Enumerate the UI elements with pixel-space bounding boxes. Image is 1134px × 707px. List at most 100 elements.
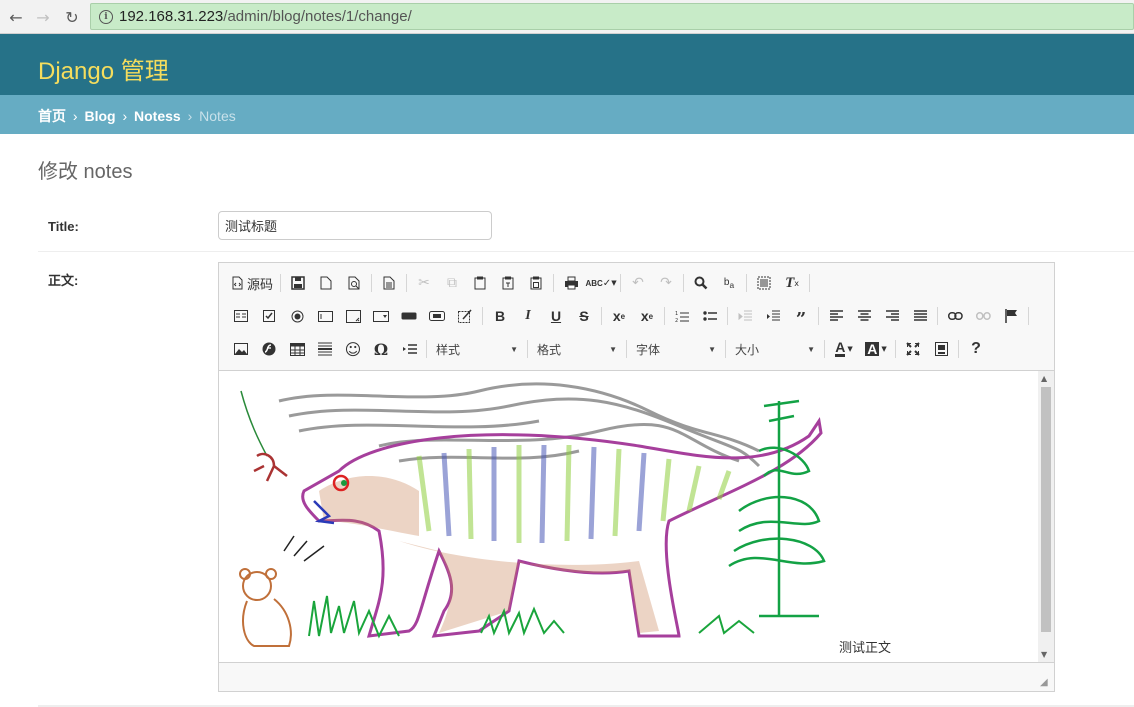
spellcheck-icon[interactable]: ABC ✓ ▼ [585,271,617,295]
form-divider [38,705,1134,706]
anchor-flag-icon[interactable] [997,304,1025,328]
site-brand[interactable]: Django 管理 [38,51,169,86]
format-dropdown[interactable]: 格式 ▼ [531,337,623,361]
site-info-icon[interactable]: i [99,9,113,24]
paste-icon[interactable] [466,271,494,295]
unlink-icon[interactable] [969,304,997,328]
select-all-icon[interactable] [750,271,778,295]
chevron-down-icon: ▼ [708,344,716,354]
rich-text-editor: 源码 ✂ ⧉ ABC ✓ ▼ ↶ ↷ ba Tx B I U S x e x e… [218,262,1055,692]
editor-scrollbar[interactable]: ▲ ▼ [1038,371,1054,662]
indent-icon[interactable] [759,304,787,328]
italic-icon[interactable]: I [514,304,542,328]
textarea-icon[interactable] [339,304,367,328]
chevron-down-icon: ▼ [609,344,617,354]
dinosaur-drawing-image [239,382,826,647]
scroll-down-icon[interactable]: ▼ [1041,650,1047,659]
checkbox-icon[interactable] [255,304,283,328]
svg-text:2: 2 [675,318,678,323]
align-justify-icon[interactable] [906,304,934,328]
remove-format-icon[interactable]: Tx [778,271,806,295]
show-blocks-icon[interactable] [927,337,955,361]
horizontal-rule-icon[interactable] [311,337,339,361]
text-color-icon[interactable]: A ▼ [828,337,860,361]
scroll-thumb[interactable] [1041,387,1051,632]
numbered-list-icon[interactable]: 12 [668,304,696,328]
source-button[interactable]: 源码 [227,271,277,295]
radio-icon[interactable] [283,304,311,328]
print-icon[interactable] [557,271,585,295]
superscript-icon[interactable]: xe [633,304,661,328]
paste-text-icon[interactable] [494,271,522,295]
align-center-icon[interactable] [850,304,878,328]
select-field-icon[interactable] [367,304,395,328]
url-text: 192.168.31.223/admin/blog/notes/1/change… [119,8,412,25]
table-icon[interactable] [283,337,311,361]
editor-body-text: 测试正文 [839,640,892,655]
flash-icon[interactable] [255,337,283,361]
find-icon[interactable] [687,271,715,295]
background-color-icon[interactable]: A ▼ [860,337,892,361]
font-dropdown[interactable]: 字体 ▼ [630,337,722,361]
site-header: Django 管理 [0,34,1134,95]
image-icon[interactable] [227,337,255,361]
templates-icon[interactable] [375,271,403,295]
subscript-icon[interactable]: xe [605,304,633,328]
resize-handle-icon[interactable]: ◢ [1040,677,1050,688]
undo-icon[interactable]: ↶ [624,271,652,295]
align-right-icon[interactable] [878,304,906,328]
browser-toolbar: ← → ↻ i 192.168.31.223/admin/blog/notes/… [0,0,1134,34]
strikethrough-icon[interactable]: S [570,304,598,328]
hidden-field-icon[interactable] [451,304,479,328]
page-break-icon[interactable] [395,337,423,361]
title-label: Title: [48,219,79,234]
toolbar-row-1: 源码 ✂ ⧉ ABC ✓ ▼ ↶ ↷ ba Tx [227,269,813,297]
chevron-down-icon: ▼ [510,344,518,354]
page-title: 修改 notes [38,161,133,183]
special-char-icon[interactable]: Ω [367,337,395,361]
link-icon[interactable] [941,304,969,328]
size-dropdown[interactable]: 大小 ▼ [729,337,821,361]
address-bar[interactable]: i 192.168.31.223/admin/blog/notes/1/chan… [90,3,1134,30]
styles-dropdown[interactable]: 样式 ▼ [430,337,524,361]
title-input[interactable] [218,211,492,240]
text-field-icon[interactable] [311,304,339,328]
breadcrumb-current: Notes [199,108,236,124]
save-icon[interactable] [284,271,312,295]
cut-icon[interactable]: ✂ [410,271,438,295]
redo-icon[interactable]: ↷ [652,271,680,295]
breadcrumb-model[interactable]: Notess [134,108,181,124]
blockquote-icon[interactable]: ” [787,304,815,330]
paste-word-icon[interactable] [522,271,550,295]
svg-text:1: 1 [675,311,678,317]
image-button-icon[interactable] [423,304,451,328]
back-icon[interactable]: ← [5,6,27,28]
reload-icon[interactable]: ↻ [61,6,83,28]
bold-icon[interactable]: B [486,304,514,328]
outdent-icon[interactable] [731,304,759,328]
editor-content[interactable]: 测试正文 ▲ ▼ [219,370,1054,663]
form-row-title: Title: [38,200,1134,252]
help-icon[interactable]: ? [962,337,990,361]
body-label: 正文: [48,273,79,288]
forward-icon[interactable]: → [32,6,54,28]
button-field-icon[interactable] [395,304,423,328]
toolbar-row-3: ☺ Ω 样式 ▼ 格式 ▼ 字体 ▼ 大小 ▼ A ▼ A ▼ ? [227,335,990,363]
replace-icon[interactable]: ba [715,271,743,295]
smiley-icon[interactable]: ☺ [339,337,367,361]
bulleted-list-icon[interactable] [696,304,724,328]
source-icon [232,276,243,290]
toolbar-row-2: B I U S xe xe 12 ” [227,302,1032,330]
chevron-down-icon: ▼ [807,344,815,354]
copy-icon[interactable]: ⧉ [438,271,466,295]
form-icon[interactable] [227,304,255,328]
maximize-icon[interactable] [899,337,927,361]
underline-icon[interactable]: U [542,304,570,328]
scroll-up-icon[interactable]: ▲ [1041,374,1047,383]
preview-icon[interactable] [340,271,368,295]
breadcrumb: 首页 › Blog › Notess › Notes [0,95,1134,134]
align-left-icon[interactable] [822,304,850,328]
breadcrumb-home[interactable]: 首页 [38,108,66,124]
breadcrumb-app[interactable]: Blog [84,108,115,124]
new-page-icon[interactable] [312,271,340,295]
